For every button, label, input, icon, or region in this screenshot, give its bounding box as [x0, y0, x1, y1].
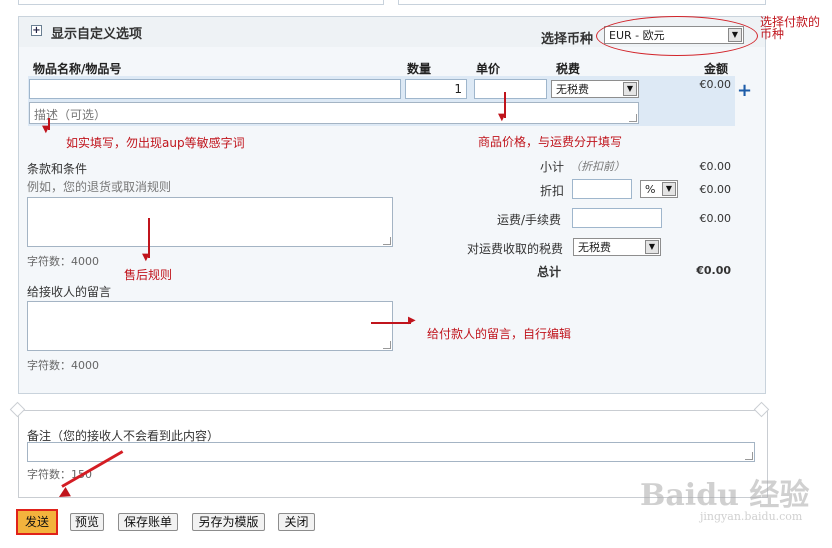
arrow-down-icon: ▼	[42, 124, 50, 135]
column-amount: 金额	[704, 62, 729, 76]
terms-textarea[interactable]	[27, 197, 393, 247]
currency-highlight-ellipse	[596, 16, 758, 56]
annotation-currency: 选择付款的币种	[760, 15, 821, 41]
column-price: 单价	[476, 62, 501, 76]
qty-input[interactable]: 1	[405, 79, 467, 99]
message-textarea[interactable]	[27, 301, 393, 351]
resize-handle-icon[interactable]	[383, 237, 391, 245]
total-label: 总计	[537, 265, 562, 279]
tax-select[interactable]: 无税费 ▼	[551, 80, 639, 98]
subtotal-note: （折扣前）	[570, 160, 625, 173]
annotation-message: 给付款人的留言，自行编辑	[427, 327, 572, 341]
subtotal-label: 小计	[540, 160, 565, 174]
upper-panel-edge-left	[18, 0, 384, 5]
upper-panel-edge-right	[398, 0, 766, 5]
description-input[interactable]: 描述（可选）	[29, 102, 639, 124]
terms-hint: 例如，您的退货或取消规则	[27, 180, 172, 194]
item-amount: €0.00	[699, 78, 732, 91]
notes-textarea[interactable]	[27, 442, 755, 462]
item-name-input[interactable]	[29, 79, 401, 99]
save-as-template-button[interactable]: 另存为模版	[192, 513, 265, 531]
total-value: €0.00	[696, 264, 731, 277]
arrow-down-icon: ▼	[142, 252, 150, 263]
shipping-input[interactable]	[572, 208, 662, 228]
terms-title: 条款和条件	[27, 162, 88, 176]
chevron-down-icon: ▼	[623, 82, 637, 96]
discount-input[interactable]	[572, 179, 632, 199]
discount-value: €0.00	[699, 183, 732, 196]
add-item-icon[interactable]: +	[737, 82, 752, 100]
arrow-down-icon: ▼	[498, 112, 506, 123]
currency-label: 选择币种	[541, 32, 594, 47]
custom-options-toggle[interactable]: 显示自定义选项	[51, 23, 142, 42]
discount-unit-value: %	[645, 183, 656, 196]
shipping-tax-value: 无税费	[578, 241, 611, 254]
expand-icon[interactable]: +	[31, 25, 42, 36]
terms-char-count: 字符数：4000	[27, 255, 99, 268]
tax-select-value: 无税费	[556, 83, 589, 96]
resize-handle-icon[interactable]	[745, 452, 753, 460]
shipping-value: €0.00	[699, 212, 732, 225]
arrow-message-line	[371, 322, 411, 324]
column-item: 物品名称/物品号	[33, 62, 122, 76]
shipping-tax-select[interactable]: 无税费 ▼	[573, 238, 661, 256]
discount-label: 折扣	[540, 184, 565, 198]
subtotal-value: €0.00	[699, 160, 732, 173]
save-invoice-button[interactable]: 保存账单	[118, 513, 178, 531]
column-tax: 税费	[556, 62, 581, 76]
watermark-brand: Baidu 经验	[640, 478, 810, 513]
watermark-url: jingyan.baidu.com	[700, 510, 803, 523]
arrow-right-icon: ▶	[408, 315, 416, 326]
chevron-down-icon: ▼	[645, 240, 659, 254]
annotation-description: 如实填写，勿出现aup等敏感字词	[66, 136, 245, 150]
annotation-price: 商品价格，与运费分开填写	[478, 135, 623, 149]
message-title: 给接收人的留言	[27, 285, 112, 299]
column-qty: 数量	[407, 62, 432, 76]
shipping-tax-label: 对运费收取的税费	[467, 242, 564, 256]
message-char-count: 字符数：4000	[27, 359, 99, 372]
resize-handle-icon[interactable]	[629, 114, 637, 122]
shipping-label: 运费/手续费	[497, 213, 562, 227]
send-button[interactable]: 发送	[16, 509, 58, 535]
description-placeholder: 描述（可选）	[34, 108, 107, 122]
close-button[interactable]: 关闭	[278, 513, 315, 531]
annotation-terms: 售后规则	[124, 268, 173, 282]
resize-handle-icon[interactable]	[383, 341, 391, 349]
price-input[interactable]	[474, 79, 547, 99]
preview-button[interactable]: 预览	[70, 513, 104, 531]
